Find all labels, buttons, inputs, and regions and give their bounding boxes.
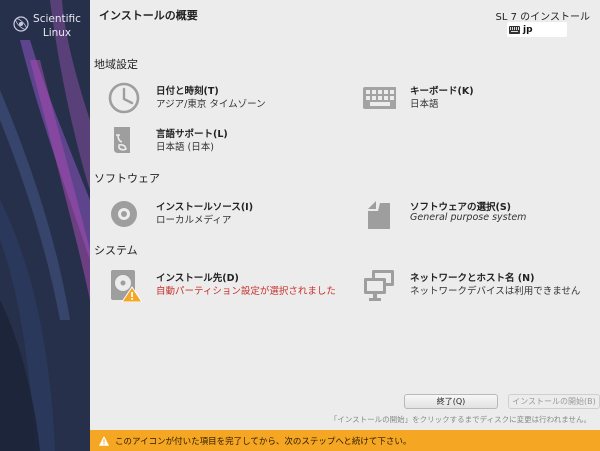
spoke-source-status: ローカルメディア <box>156 215 232 226</box>
network-icon <box>364 270 394 301</box>
begin-installation-button[interactable]: インストールの開始(B) <box>508 394 600 409</box>
sidebar-background <box>0 0 90 451</box>
spoke-software-status: General purpose system <box>410 212 527 223</box>
section-system-label: システム <box>94 244 138 257</box>
spoke-language-status: 日本語 (日本) <box>156 142 214 153</box>
language-icon <box>114 127 130 153</box>
spoke-keyboard-status: 日本語 <box>410 99 439 110</box>
scientific-linux-logo-icon <box>13 16 29 32</box>
spoke-date-time-title: 日付と時刻(T) <box>156 86 219 97</box>
disc-icon <box>111 201 137 227</box>
hint-text: 「インストールの開始」をクリックするまでディスクに変更は行われません。 <box>329 415 591 424</box>
spoke-software-selection[interactable]: ソフトウェアの選択(S) General purpose system <box>362 197 592 231</box>
harddisk-warning-icon <box>111 270 142 302</box>
sidebar: Scientific Linux <box>0 0 90 451</box>
section-software-label: ソフトウェア <box>94 172 160 185</box>
spoke-installation-destination[interactable]: インストール先(D) 自動パーティション設定が選択されました <box>108 268 353 304</box>
product-title: SL 7 のインストール <box>495 12 590 23</box>
keyboard-layout-indicator[interactable]: jp <box>507 22 567 37</box>
brand-name: Scientific Linux <box>32 12 82 40</box>
brand-line1: Scientific <box>33 13 81 25</box>
brand-line2: Linux <box>42 27 72 39</box>
spoke-keyboard-title: キーボード(K) <box>410 86 474 97</box>
spoke-source-title: インストールソース(I) <box>156 202 254 213</box>
page-title: インストールの概要 <box>99 9 198 22</box>
spoke-destination-title: インストール先(D) <box>156 273 239 284</box>
spoke-network-title: ネットワークとホスト名 (N) <box>410 273 535 284</box>
spoke-network-status: ネットワークデバイスは利用できません <box>410 286 581 297</box>
warning-bar: このアイコンが付いた項目を完了してから、次のステップへと続けて下さい。 <box>90 430 600 451</box>
clock-icon <box>108 82 140 114</box>
keyboard-layout-label: jp <box>523 24 533 35</box>
spoke-network-hostname[interactable]: ネットワークとホスト名 (N) ネットワークデバイスは利用できません <box>362 268 597 304</box>
warning-text: このアイコンが付いた項目を完了してから、次のステップへと続けて下さい。 <box>115 436 412 447</box>
section-localization-label: 地域設定 <box>94 58 138 71</box>
spoke-date-time-status: アジア/東京 タイムゾーン <box>156 99 266 110</box>
main-panel: インストールの概要 SL 7 のインストール jp 地域設定 日付と時刻(T) … <box>90 0 600 451</box>
quit-button[interactable]: 終了(Q) <box>404 394 498 409</box>
keyboard-indicator-icon <box>509 25 520 34</box>
spoke-software-title: ソフトウェアの選択(S) <box>410 202 512 213</box>
spoke-keyboard[interactable]: キーボード(K) 日本語 <box>362 81 582 115</box>
package-icon <box>368 201 390 229</box>
spoke-language-title: 言語サポート(L) <box>156 129 228 140</box>
spoke-date-time[interactable]: 日付と時刻(T) アジア/東京 タイムゾーン <box>108 81 328 115</box>
keyboard-icon <box>363 87 396 109</box>
spoke-destination-status: 自動パーティション設定が選択されました <box>156 286 336 297</box>
spoke-installation-source[interactable]: インストールソース(I) ローカルメディア <box>108 197 328 231</box>
spoke-language-support[interactable]: 言語サポート(L) 日本語 (日本) <box>108 124 328 158</box>
warning-icon <box>99 435 109 446</box>
